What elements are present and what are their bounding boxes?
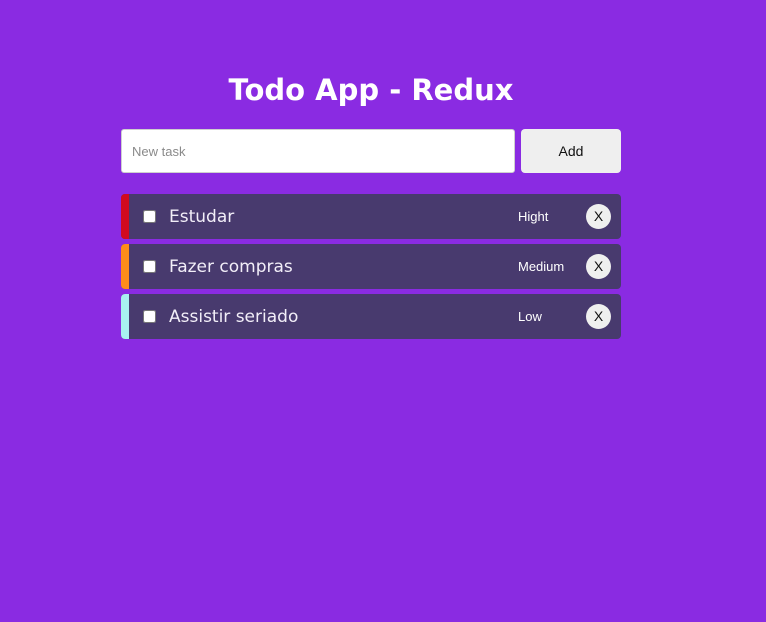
page-title: Todo App - Redux: [228, 73, 514, 107]
priority-indicator: [121, 244, 129, 289]
delete-task-button[interactable]: X: [586, 304, 611, 329]
todo-app: Todo App - Redux Add Estudar Hight X Faz…: [121, 64, 621, 344]
task-text: Estudar: [169, 206, 235, 227]
priority-label: Medium: [518, 259, 565, 274]
delete-task-button[interactable]: X: [586, 204, 611, 229]
new-task-form: Add: [121, 129, 621, 173]
task-text: Assistir seriado: [169, 306, 299, 327]
priority-label: Hight: [518, 209, 549, 224]
task-checkbox[interactable]: [143, 210, 156, 223]
task-checkbox[interactable]: [143, 310, 156, 323]
task-list: Estudar Hight X Fazer compras Medium X A…: [121, 194, 621, 339]
task-text: Fazer compras: [169, 256, 293, 277]
task-checkbox[interactable]: [143, 260, 156, 273]
priority-indicator: [121, 194, 129, 239]
delete-task-button[interactable]: X: [586, 254, 611, 279]
task-item: Estudar Hight X: [121, 194, 621, 239]
task-item: Fazer compras Medium X: [121, 244, 621, 289]
add-button[interactable]: Add: [521, 129, 621, 173]
new-task-input[interactable]: [121, 129, 515, 173]
priority-label: Low: [518, 309, 542, 324]
task-item: Assistir seriado Low X: [121, 294, 621, 339]
priority-indicator: [121, 294, 129, 339]
